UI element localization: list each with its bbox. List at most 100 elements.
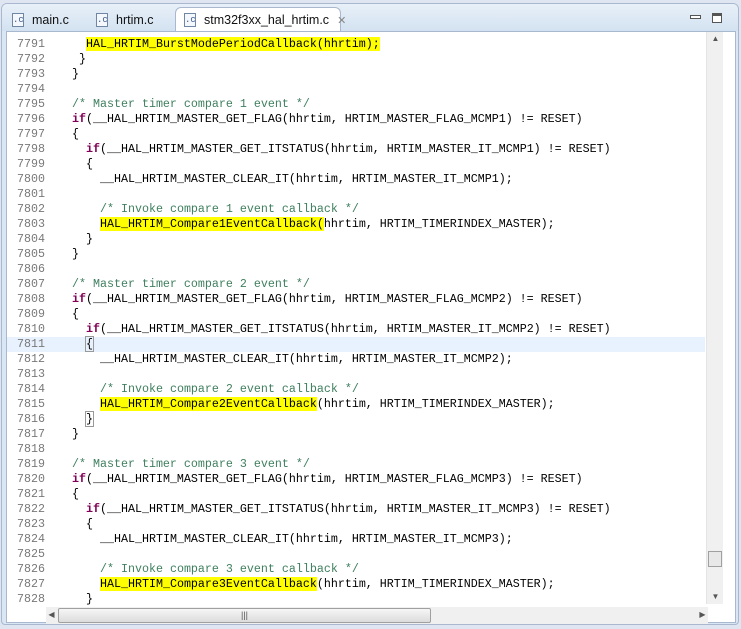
code-line[interactable]: 7792} xyxy=(7,52,705,67)
code-text: HAL_HRTIM_Compare1EventCallback(hhrtim, … xyxy=(100,217,555,232)
tab-main-c[interactable]: .c main.c xyxy=(4,7,69,32)
line-number: 7819 xyxy=(17,457,45,471)
code-text: if(__HAL_HRTIM_MASTER_GET_ITSTATUS(hhrti… xyxy=(86,142,611,157)
code-line[interactable]: 7796 if(__HAL_HRTIM_MASTER_GET_FLAG(hhrti… xyxy=(7,112,705,127)
code-line[interactable]: 7804} xyxy=(7,232,705,247)
code-line[interactable]: 7794 xyxy=(7,82,705,97)
code-line[interactable]: 7801 xyxy=(7,187,705,202)
code-line[interactable]: 7808 if(__HAL_HRTIM_MASTER_GET_FLAG(hhrti… xyxy=(7,292,705,307)
code-text: } xyxy=(85,411,94,427)
line-number: 7799 xyxy=(17,157,45,171)
code-text: if(__HAL_HRTIM_MASTER_GET_FLAG(hhrtim, H… xyxy=(72,472,583,487)
keyword: if xyxy=(86,142,100,156)
comment: /* Invoke compare 2 event callback */ xyxy=(100,382,359,396)
c-file-icon: .c xyxy=(12,12,24,27)
code-line[interactable]: 7817} xyxy=(7,427,705,442)
code-line[interactable]: 7807 /* Master timer compare 2 event */ xyxy=(7,277,705,292)
code-line[interactable]: 7799 { xyxy=(7,157,705,172)
search-highlight: HAL_HRTIM_Compare3EventCallback xyxy=(100,577,317,591)
code-token: { xyxy=(72,127,79,141)
code-line[interactable]: 7795 /* Master timer compare 1 event */ xyxy=(7,97,705,112)
code-line[interactable]: 7800 __HAL_HRTIM_MASTER_CLEAR_IT(hhrtim, … xyxy=(7,172,705,187)
code-line[interactable]: 7823 { xyxy=(7,517,705,532)
code-text: HAL_HRTIM_BurstModePeriodCallback(hhrtim… xyxy=(86,37,380,52)
line-number: 7828 xyxy=(17,592,45,606)
scroll-right-arrow-icon[interactable]: ▶ xyxy=(694,610,711,619)
code-text: { xyxy=(86,157,93,172)
code-line[interactable]: 7798 if(__HAL_HRTIM_MASTER_GET_ITSTATUS(h… xyxy=(7,142,705,157)
line-number: 7795 xyxy=(17,97,45,111)
minimize-button[interactable] xyxy=(690,15,701,19)
code-line[interactable]: 7811 { xyxy=(7,336,705,352)
code-line[interactable]: 7814 /* Invoke compare 2 event callback *… xyxy=(7,382,705,397)
line-number: 7818 xyxy=(17,442,45,456)
code-token: { xyxy=(86,157,93,171)
code-line[interactable]: 7820 if(__HAL_HRTIM_MASTER_GET_FLAG(hhrti… xyxy=(7,472,705,487)
c-file-icon: .c xyxy=(184,13,196,27)
code-line[interactable]: 7816} xyxy=(7,411,705,427)
code-line[interactable]: 7797 { xyxy=(7,127,705,142)
vertical-scrollbar[interactable]: ▲ ▼ xyxy=(706,32,723,604)
code-line[interactable]: 7822 if(__HAL_HRTIM_MASTER_GET_ITSTATUS(h… xyxy=(7,502,705,517)
code-line[interactable]: 7805} xyxy=(7,247,705,262)
code-line[interactable]: 7809 { xyxy=(7,307,705,322)
editor-window: .c main.c .c hrtim.c .c stm32f3xx_hal_hr… xyxy=(1,3,739,625)
line-number: 7803 xyxy=(17,217,45,231)
tab-hrtim-c[interactable]: .c hrtim.c xyxy=(88,7,154,32)
line-number: 7813 xyxy=(17,367,45,381)
scroll-up-arrow-icon[interactable]: ▲ xyxy=(707,34,724,43)
code-line[interactable]: 7827 HAL_HRTIM_Compare3EventCallback(hhrt… xyxy=(7,577,705,592)
code-token: __HAL_HRTIM_MASTER_CLEAR_IT(hhrtim, HRTI… xyxy=(100,352,513,366)
code-line[interactable]: 7825 xyxy=(7,547,705,562)
code-token: (__HAL_HRTIM_MASTER_GET_FLAG(hhrtim, HRT… xyxy=(86,292,583,306)
code-line[interactable]: 7812 __HAL_HRTIM_MASTER_CLEAR_IT(hhrtim, … xyxy=(7,352,705,367)
horizontal-scrollbar[interactable]: ◀ ||| ▶ xyxy=(46,607,708,624)
code-text: if(__HAL_HRTIM_MASTER_GET_FLAG(hhrtim, H… xyxy=(72,292,583,307)
code-line[interactable]: 7818 xyxy=(7,442,705,457)
comment: /* Invoke compare 1 event callback */ xyxy=(100,202,359,216)
matching-bracket: } xyxy=(85,411,94,427)
code-text: { xyxy=(85,336,94,352)
keyword: if xyxy=(86,322,100,336)
comment: /* Master timer compare 3 event */ xyxy=(72,457,310,471)
line-number: 7794 xyxy=(17,82,45,96)
scroll-down-arrow-icon[interactable]: ▼ xyxy=(707,592,724,601)
code-line[interactable]: 7791 HAL_HRTIM_BurstModePeriodCallback(hh… xyxy=(7,37,705,52)
vertical-scroll-thumb[interactable] xyxy=(708,551,722,567)
line-number: 7815 xyxy=(17,397,45,411)
code-line[interactable]: 7824 __HAL_HRTIM_MASTER_CLEAR_IT(hhrtim, … xyxy=(7,532,705,547)
code-line[interactable]: 7806 xyxy=(7,262,705,277)
code-line[interactable]: 7828} xyxy=(7,592,705,607)
code-text: __HAL_HRTIM_MASTER_CLEAR_IT(hhrtim, HRTI… xyxy=(100,172,513,187)
code-token: (hhrtim, HRTIM_TIMERINDEX_MASTER); xyxy=(316,397,555,411)
close-tab-icon[interactable]: ✕ xyxy=(337,14,346,27)
line-number: 7792 xyxy=(17,52,45,66)
code-line[interactable]: 7810 if(__HAL_HRTIM_MASTER_GET_ITSTATUS(h… xyxy=(7,322,705,337)
tab-bar: .c main.c .c hrtim.c .c stm32f3xx_hal_hr… xyxy=(2,4,738,32)
code-line[interactable]: 7813 xyxy=(7,367,705,382)
line-number: 7805 xyxy=(17,247,45,261)
code-token: __HAL_HRTIM_MASTER_CLEAR_IT(hhrtim, HRTI… xyxy=(100,532,513,546)
line-number: 7821 xyxy=(17,487,45,501)
code-line[interactable]: 7819 /* Master timer compare 3 event */ xyxy=(7,457,705,472)
code-line[interactable]: 7815 HAL_HRTIM_Compare2EventCallback(hhrt… xyxy=(7,397,705,412)
code-line[interactable]: 7793} xyxy=(7,67,705,82)
maximize-button[interactable] xyxy=(712,13,722,23)
line-number: 7827 xyxy=(17,577,45,591)
code-line[interactable]: 7803 HAL_HRTIM_Compare1EventCallback(hhrt… xyxy=(7,217,705,232)
line-number: 7816 xyxy=(17,412,45,426)
code-line[interactable]: 7802 /* Invoke compare 1 event callback *… xyxy=(7,202,705,217)
code-editor[interactable]: 7791 HAL_HRTIM_BurstModePeriodCallback(hh… xyxy=(6,31,736,624)
search-highlight: HAL_HRTIM_BurstModePeriodCallback(hhrtim… xyxy=(86,37,380,51)
search-highlight: HAL_HRTIM_Compare2EventCallback xyxy=(100,397,317,411)
search-highlight: HAL_HRTIM_Compare1EventCallback( xyxy=(100,217,324,231)
code-line[interactable]: 7821 { xyxy=(7,487,705,502)
line-number: 7802 xyxy=(17,202,45,216)
tab-stm32f3xx-hal-hrtim-c[interactable]: .c stm32f3xx_hal_hrtim.c ✕ xyxy=(175,7,346,32)
code-line[interactable]: 7826 /* Invoke compare 3 event callback *… xyxy=(7,562,705,577)
horizontal-scroll-thumb[interactable]: ||| xyxy=(58,608,431,623)
line-number: 7823 xyxy=(17,517,45,531)
comment: /* Master timer compare 1 event */ xyxy=(72,97,310,111)
line-number: 7810 xyxy=(17,322,45,336)
c-file-icon: .c xyxy=(96,12,108,27)
